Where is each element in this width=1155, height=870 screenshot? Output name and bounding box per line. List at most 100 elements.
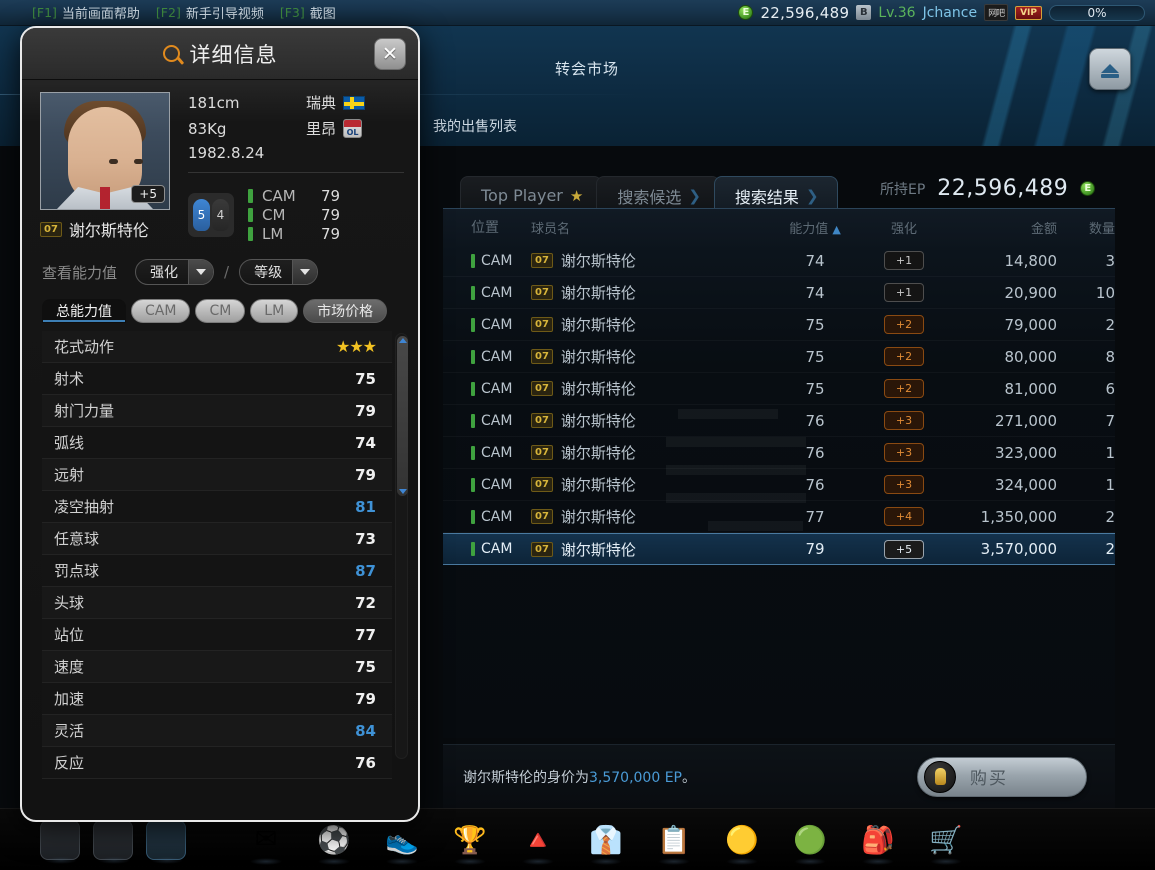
boot-icon[interactable]: 👟 — [382, 820, 422, 865]
eject-triangle — [1101, 63, 1119, 73]
home-icon[interactable] — [40, 819, 80, 864]
cell-enhance: +5 — [861, 539, 947, 559]
sort-ascending-icon: ▲ — [832, 222, 841, 236]
cell-quantity: 3 — [1105, 251, 1115, 270]
table-row[interactable]: CAM 07 谢尔斯特伦 77 +4 1,350,000 2 — [443, 501, 1115, 533]
column-header-position[interactable]: 位置 — [443, 217, 531, 237]
stat-row: 灵活 84 — [42, 715, 392, 747]
club-badge-icon[interactable]: 🟢 — [790, 820, 830, 865]
cell-quantity: 1 — [1105, 443, 1115, 462]
hotkey-f2-key: [F2] — [155, 5, 181, 20]
cell-player-name-label: 谢尔斯特伦 — [560, 540, 636, 559]
enhance-badge: +3 — [884, 475, 924, 494]
table-body: CAM 07 谢尔斯特伦 74 +1 14,800 3 CAM 07 谢尔斯特伦 74 +1 20,90… — [443, 245, 1115, 565]
pyramid-rank-icon[interactable]: 🔺 — [518, 820, 558, 865]
stat-row: 花式动作 ★★★ — [42, 331, 392, 363]
buy-button-label: 购买 — [970, 769, 1008, 789]
table-row[interactable]: CAM 07 谢尔斯特伦 76 +3 323,000 1 — [443, 437, 1115, 469]
clipboard-icon[interactable]: 📋 — [654, 820, 694, 865]
cell-position: CAM — [443, 349, 531, 365]
tab-search-results-label: 搜索结果 — [734, 187, 799, 207]
buy-button[interactable]: 购买 — [917, 756, 1087, 797]
close-icon[interactable]: ✕ — [374, 38, 406, 70]
stat-name: 凌空抽射 — [54, 498, 115, 516]
column-header-price[interactable]: 金额 — [947, 218, 1057, 237]
column-header-enhance[interactable]: 强化 — [861, 218, 947, 237]
table-row[interactable]: CAM 07 谢尔斯特伦 75 +2 80,000 8 — [443, 341, 1115, 373]
soccer-ball-icon[interactable]: ⚽ — [314, 820, 354, 865]
cell-price: 14,800 — [1004, 251, 1058, 270]
bag-icon[interactable]: 🎒 — [858, 820, 898, 865]
level-dropdown[interactable]: 等级 — [239, 259, 319, 285]
trophy-icon[interactable]: 🏆 — [450, 820, 490, 865]
stat-value: 79 — [355, 689, 376, 708]
cell-overall: 74 — [805, 283, 825, 302]
cell-position: CAM — [443, 509, 531, 525]
position-value: 79 — [321, 206, 341, 224]
tab-lm[interactable]: LM — [250, 299, 299, 323]
enhance-badge: +2 — [884, 347, 924, 366]
stat-name: 射门力量 — [54, 402, 115, 420]
gallery-icon[interactable] — [146, 819, 186, 864]
cell-overall: 79 — [805, 540, 825, 558]
table-row[interactable]: CAM 07 谢尔斯特伦 76 +3 271,000 7 — [443, 405, 1115, 437]
hotkey-f2[interactable]: [F2] 新手引导视频 — [156, 3, 264, 22]
tab-cam[interactable]: CAM — [131, 299, 191, 323]
level-dropdown-value: 等级 — [254, 265, 283, 281]
enhance-dropdown[interactable]: 强化 — [135, 259, 215, 285]
table-row[interactable]: CAM 07 谢尔斯特伦 76 +3 324,000 1 — [443, 469, 1115, 501]
hotkey-f1[interactable]: [F1] 当前画面帮助 — [32, 3, 140, 22]
position-bar-icon — [471, 253, 475, 268]
table-row[interactable]: CAM 07 谢尔斯特伦 74 +1 20,900 10 — [443, 277, 1115, 309]
cell-position-label: CAM — [481, 508, 513, 525]
stats-scrollbar-thumb[interactable] — [397, 336, 408, 496]
progress-bar: 0% — [1049, 4, 1145, 21]
cell-player-name: 07 谢尔斯特伦 — [531, 506, 769, 527]
hotkey-f3[interactable]: [F3] 截图 — [280, 3, 336, 22]
coin-icon[interactable]: 🟡 — [722, 820, 762, 865]
tab-overall[interactable]: 总能力值 — [42, 299, 126, 323]
cell-player-name: 07 谢尔斯特伦 — [531, 314, 769, 335]
cell-overall: 75 — [805, 315, 825, 334]
stat-name: 远射 — [54, 466, 85, 484]
cell-position-label: CAM — [481, 412, 513, 429]
column-header-overall[interactable]: 能力值 ▲ — [769, 218, 861, 237]
table-row[interactable]: CAM 07 谢尔斯特伦 79 +5 3,570,000 2 — [443, 533, 1115, 565]
enhance-badge: +4 — [884, 507, 924, 526]
cell-price: 79,000 — [1004, 315, 1058, 334]
cart-icon[interactable]: 🛒 — [926, 820, 966, 865]
cell-price: 20,900 — [1004, 283, 1058, 302]
shirt-tie-icon[interactable]: 👔 — [586, 820, 626, 865]
cell-price: 80,000 — [1004, 347, 1058, 366]
stat-name: 射术 — [54, 370, 85, 388]
account-username[interactable]: Jchance — [923, 5, 977, 21]
table-row[interactable]: CAM 07 谢尔斯特伦 74 +1 14,800 3 — [443, 245, 1115, 277]
table-row[interactable]: CAM 07 谢尔斯特伦 75 +2 81,000 6 — [443, 373, 1115, 405]
envelope-icon[interactable]: ✉ — [246, 820, 286, 865]
cell-player-name-label: 谢尔斯特伦 — [560, 316, 636, 334]
stats-scrollbar[interactable] — [395, 333, 408, 759]
tab-cm[interactable]: CM — [195, 299, 246, 323]
cell-player-name: 07 谢尔斯特伦 — [531, 282, 769, 303]
stat-value: 75 — [355, 369, 376, 388]
cell-overall: 76 — [805, 411, 825, 430]
position-bar-icon — [471, 285, 475, 300]
cell-enhance: +2 — [861, 379, 947, 398]
stat-name: 头球 — [54, 594, 85, 612]
cell-enhance: +2 — [861, 347, 947, 366]
my-sale-list-link[interactable]: 我的出售列表 — [433, 116, 517, 136]
stats-scroll-area: 花式动作 ★★★ 射术 75 射门力量 79 弧线 74 远射 79 凌空抽射 81 任意球 73 罚点球 8… — [22, 331, 418, 779]
column-header-quantity[interactable]: 数量 — [1057, 218, 1115, 237]
cell-position-label: CAM — [481, 380, 513, 397]
chat-icon[interactable] — [93, 819, 133, 864]
cell-position: CAM — [443, 381, 531, 397]
tab-market-price[interactable]: 市场价格 — [303, 299, 388, 323]
shirt-number-badge: 07 — [531, 381, 553, 396]
table-row[interactable]: CAM 07 谢尔斯特伦 75 +2 79,000 2 — [443, 309, 1115, 341]
position-bar-icon — [471, 413, 475, 428]
purchase-message-price: 3,570,000 EP — [589, 769, 682, 786]
stat-name: 速度 — [54, 658, 85, 676]
eject-icon[interactable] — [1089, 48, 1131, 90]
column-header-player-name[interactable]: 球员名 — [531, 218, 769, 237]
cell-position-label: CAM — [481, 284, 513, 301]
